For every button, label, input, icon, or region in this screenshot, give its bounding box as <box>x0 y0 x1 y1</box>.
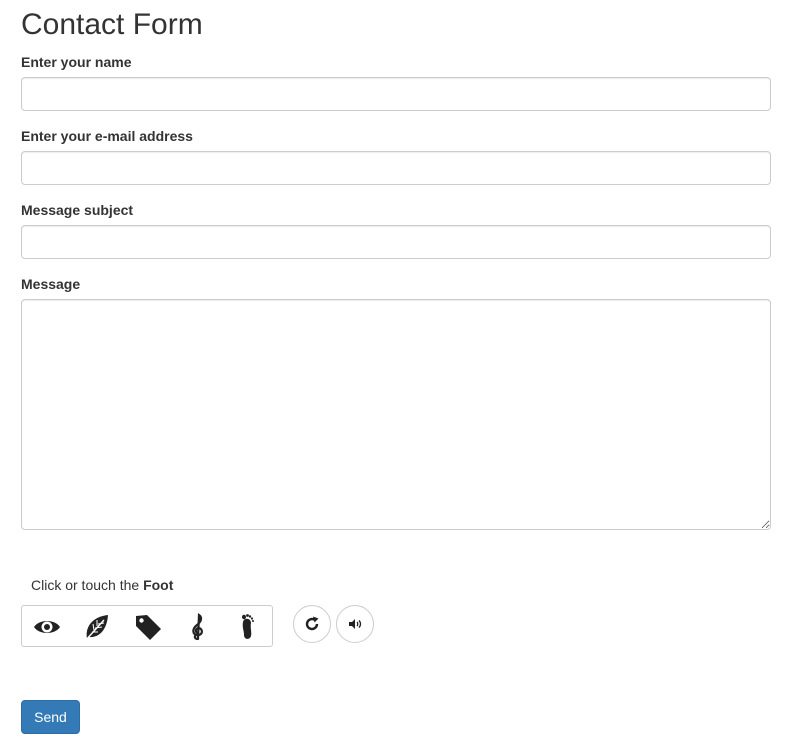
captcha-target: Foot <box>143 577 174 593</box>
send-button[interactable]: Send <box>21 700 80 734</box>
treble-clef-icon[interactable] <box>183 612 213 642</box>
audio-button[interactable] <box>336 605 374 643</box>
message-textarea[interactable] <box>21 299 771 530</box>
subject-label: Message subject <box>21 202 134 218</box>
name-field[interactable] <box>21 77 771 111</box>
captcha-icon-box <box>21 605 273 647</box>
email-label: Enter your e-mail address <box>21 128 193 144</box>
name-label: Enter your name <box>21 54 132 70</box>
message-label: Message <box>21 276 81 292</box>
eye-icon[interactable] <box>32 612 62 642</box>
tag-icon[interactable] <box>133 612 163 642</box>
refresh-button[interactable] <box>293 605 331 643</box>
captcha-prompt-text: Click or touch the <box>31 577 140 593</box>
leaf-icon[interactable] <box>82 612 112 642</box>
foot-icon[interactable] <box>233 612 263 642</box>
audio-icon <box>349 619 362 629</box>
contact-form-page: Contact Form Enter your name Enter your … <box>0 0 788 745</box>
refresh-icon <box>305 616 319 631</box>
captcha-prompt: Click or touch the Foot <box>31 576 173 594</box>
subject-field[interactable] <box>21 225 771 259</box>
email-field[interactable] <box>21 151 771 185</box>
page-title: Contact Form <box>21 8 203 41</box>
